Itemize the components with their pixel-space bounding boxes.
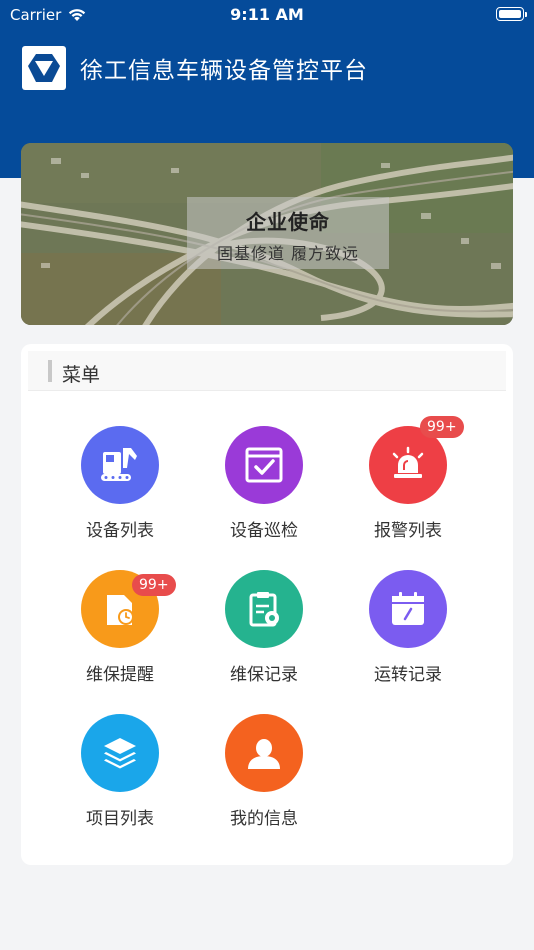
status-bar: Carrier 9:11 AM <box>0 0 534 30</box>
menu-item-my-info[interactable]: 我的信息 <box>204 714 324 829</box>
menu-item-alarm-list[interactable]: 99+ 报警列表 <box>348 416 468 541</box>
menu-item-label: 设备列表 <box>86 521 154 541</box>
menu-item-operation-record[interactable]: 运转记录 <box>348 570 468 685</box>
excavator-icon <box>81 426 159 504</box>
calendar-icon <box>369 570 447 648</box>
user-icon <box>225 714 303 792</box>
menu-item-maintenance-record[interactable]: 维保记录 <box>204 570 324 685</box>
banner-subtitle: 固基修道 履方致远 <box>216 244 360 263</box>
inspection-icon <box>225 426 303 504</box>
menu-item-device-list[interactable]: 设备列表 <box>60 426 180 541</box>
menu-item-label: 报警列表 <box>374 521 442 541</box>
menu-item-label: 维保记录 <box>230 665 298 685</box>
menu-title: 菜单 <box>62 364 101 386</box>
menu-item-maintenance-reminder[interactable]: 99+ 维保提醒 <box>60 570 180 685</box>
clock: 9:11 AM <box>230 5 304 24</box>
menu-item-project-list[interactable]: 项目列表 <box>60 714 180 829</box>
app-header: 徐工信息车辆设备管控平台 <box>22 46 368 90</box>
menu-item-device-inspection[interactable]: 设备巡检 <box>204 426 324 541</box>
menu-card: 菜单 设备列表 设备巡检 99+ 报警列表 99+ 维保提醒 维保记录 运转记录… <box>21 344 513 865</box>
maintenance-record-icon <box>225 570 303 648</box>
menu-header-bar <box>48 360 52 382</box>
alarm-count-badge: 99+ <box>420 416 464 438</box>
menu-header: 菜单 <box>28 351 506 391</box>
battery-icon <box>496 7 527 21</box>
banner-caption: 企业使命 固基修道 履方致远 <box>187 197 389 269</box>
maintenance-count-badge: 99+ <box>132 574 176 596</box>
layers-icon <box>81 714 159 792</box>
menu-item-label: 我的信息 <box>230 809 298 829</box>
app-title: 徐工信息车辆设备管控平台 <box>80 58 368 84</box>
xcmg-logo-icon <box>22 46 66 90</box>
menu-item-label: 维保提醒 <box>86 665 154 685</box>
menu-item-label: 设备巡检 <box>230 521 298 541</box>
menu-item-label: 项目列表 <box>86 809 154 829</box>
menu-item-label: 运转记录 <box>374 665 442 685</box>
banner-title: 企业使命 <box>246 210 330 234</box>
banner[interactable]: 企业使命 固基修道 履方致远 <box>21 143 513 325</box>
